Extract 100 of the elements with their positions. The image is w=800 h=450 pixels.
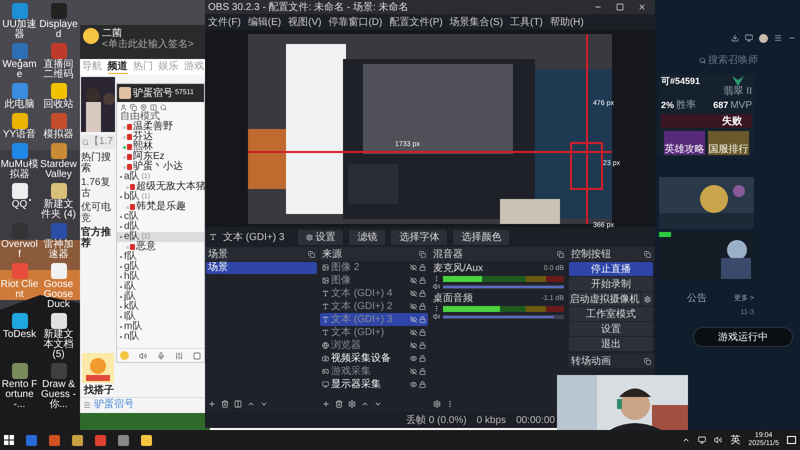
source-item[interactable]: 图像 2 — [320, 261, 428, 274]
trash-icon[interactable] — [335, 400, 343, 408]
eye-icon[interactable] — [410, 381, 417, 388]
eye-icon[interactable] — [410, 355, 417, 362]
menu-item[interactable]: 工具(T) — [510, 16, 543, 28]
more-icon[interactable] — [433, 275, 440, 282]
source-name: 文本 (GDI+) 3 — [331, 314, 394, 325]
control-button[interactable]: 启动虚拟摄像机 — [569, 292, 640, 306]
source-type-icon — [322, 329, 329, 336]
toolbar-button[interactable]: 选择颜色 — [453, 230, 510, 244]
toolbar-button[interactable]: 选择字体 — [391, 230, 448, 244]
control-button[interactable]: 设置 — [569, 322, 653, 336]
gear-icon[interactable] — [433, 400, 441, 408]
speaker-icon[interactable] — [433, 283, 440, 290]
source-item[interactable]: 文本 (GDI+) 4 — [320, 287, 428, 300]
chevron-up-icon[interactable] — [682, 436, 690, 444]
source-name: 文本 (GDI+) — [331, 327, 386, 338]
trash-icon[interactable] — [221, 400, 229, 408]
eye-off-icon[interactable] — [410, 329, 417, 336]
eye-off-icon[interactable] — [410, 342, 417, 349]
menu-item[interactable]: 配置文件(P) — [389, 16, 443, 28]
search-field[interactable]: 搜索召唤师 — [699, 52, 796, 68]
eye-off-icon[interactable] — [410, 264, 417, 271]
menu-item[interactable]: 帮助(H) — [550, 16, 584, 28]
launch-button[interactable]: 游戏运行中 — [693, 327, 793, 347]
lock-icon[interactable] — [419, 290, 426, 297]
panel-title: 控制按钮 — [571, 248, 611, 260]
toolbar-button[interactable]: 滤镜 — [349, 230, 386, 244]
channel-name: 桌面音频 — [433, 293, 473, 304]
scene-item[interactable]: 场景 — [206, 262, 317, 274]
avatar-icon[interactable] — [759, 34, 768, 42]
eye-off-icon[interactable] — [410, 290, 417, 297]
settings-button[interactable] — [641, 292, 653, 306]
text-source-icon — [209, 233, 217, 241]
menu-item[interactable]: 编辑(E) — [248, 16, 282, 28]
source-type-icon — [322, 264, 329, 271]
lock-icon[interactable] — [419, 316, 426, 323]
source-item[interactable]: 显示器采集 — [320, 378, 428, 391]
source-name: 视频采集设备 — [331, 353, 392, 364]
status-text: 0 kbps — [476, 414, 506, 426]
shortcut-tile[interactable]: 英雄攻略 — [664, 131, 705, 155]
panel-title: 场景 — [208, 248, 228, 260]
lock-icon[interactable] — [419, 355, 426, 362]
control-button[interactable]: 开始录制 — [569, 277, 653, 291]
menu-item[interactable]: 场景集合(S) — [450, 16, 504, 28]
maximize-icon[interactable] — [616, 3, 624, 11]
taskbar-app-icon[interactable] — [118, 434, 129, 446]
shortcut-tile[interactable]: 国服排行 — [708, 131, 749, 155]
control-button[interactable]: 退出 — [569, 337, 653, 351]
speaker-icon[interactable] — [433, 313, 440, 320]
menu-item[interactable]: 停靠窗口(D) — [328, 16, 382, 28]
lock-icon[interactable] — [419, 329, 426, 336]
source-item[interactable]: 文本 (GDI+) — [320, 326, 428, 339]
search-icon — [699, 56, 706, 64]
add-icon[interactable] — [322, 400, 330, 408]
stat-label: 胜率 — [676, 100, 696, 111]
source-type-icon — [322, 342, 329, 349]
volume-icon[interactable] — [714, 436, 722, 444]
source-type-icon — [322, 303, 329, 310]
eye-off-icon[interactable] — [410, 277, 417, 284]
source-type-icon — [322, 316, 329, 323]
menu-icon[interactable] — [774, 34, 782, 42]
lock-icon[interactable] — [419, 277, 426, 284]
source-type-icon — [322, 368, 329, 375]
source-item[interactable]: 文本 (GDI+) 2 — [320, 300, 428, 313]
control-button[interactable]: 停止直播 — [569, 262, 653, 276]
source-item[interactable]: 游戏采集 — [320, 365, 428, 378]
monitor-icon[interactable] — [745, 34, 753, 42]
panel-title: 转场动画 — [571, 356, 611, 366]
more-icon[interactable] — [433, 305, 440, 312]
lock-icon[interactable] — [419, 368, 426, 375]
gear-icon — [306, 234, 314, 240]
add-icon[interactable] — [208, 400, 216, 408]
taskbar-app-icon[interactable] — [72, 434, 83, 446]
source-name: 浏览器 — [331, 340, 362, 351]
lock-icon[interactable] — [419, 381, 426, 388]
gear-icon[interactable] — [348, 400, 356, 408]
rank-emblem-icon — [732, 76, 744, 86]
source-item[interactable]: 视频采集设备 — [320, 352, 428, 365]
rank-label: 翡翠 II — [724, 86, 752, 97]
lock-icon[interactable] — [419, 264, 426, 271]
match-result-bar[interactable]: 失败 — [661, 114, 752, 128]
news-tab[interactable]: 公告 — [687, 293, 707, 304]
windows-logo-icon[interactable] — [4, 435, 14, 445]
eye-off-icon[interactable] — [410, 303, 417, 310]
lock-icon[interactable] — [419, 342, 426, 349]
menu-item[interactable]: 视图(V) — [288, 16, 322, 28]
lock-icon[interactable] — [419, 303, 426, 310]
download-icon[interactable] — [731, 34, 739, 42]
eye-off-icon[interactable] — [410, 368, 417, 375]
source-type-icon — [322, 355, 329, 362]
eye-off-icon[interactable] — [410, 316, 417, 323]
input-method[interactable]: 英 — [730, 434, 740, 446]
taskbar-app-icon[interactable] — [141, 434, 152, 446]
close-icon[interactable] — [638, 3, 646, 11]
toolbar-button[interactable]: 设置 — [298, 230, 344, 244]
source-item[interactable]: 浏览器 — [320, 339, 428, 352]
control-button[interactable]: 工作室模式 — [569, 307, 653, 321]
source-item[interactable]: 图像 — [320, 274, 428, 287]
menu-item[interactable]: 文件(F) — [208, 16, 241, 28]
